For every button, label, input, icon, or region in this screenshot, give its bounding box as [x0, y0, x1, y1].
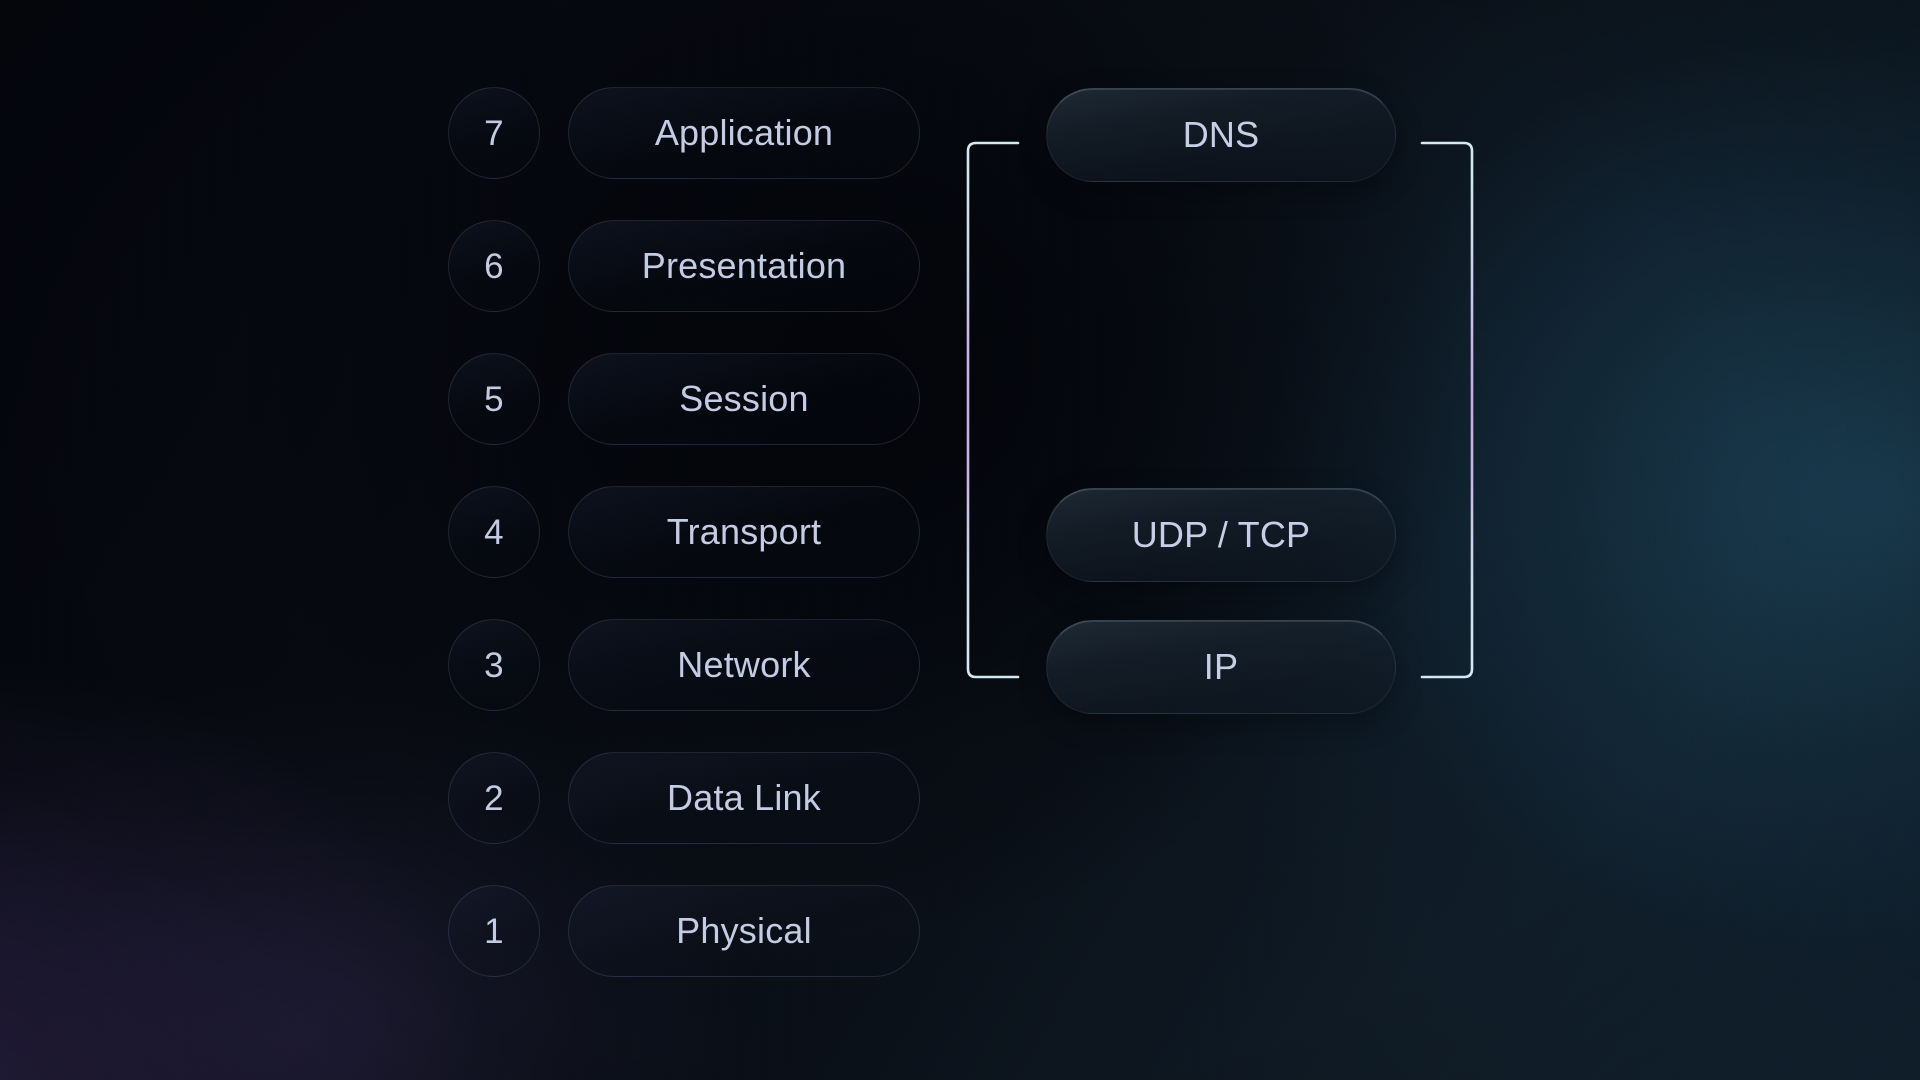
protocol-pill-ip[interactable]: IP [1046, 620, 1396, 714]
osi-layer-number-badge-7: 7 [448, 87, 540, 179]
osi-layer-pill-1[interactable]: Physical [568, 885, 920, 977]
protocol-group-bracket-left [966, 141, 1020, 679]
background-purple-glow [0, 0, 1920, 1080]
osi-layer-number-5: 5 [484, 379, 504, 419]
osi-layer-label-6: Presentation [641, 245, 847, 286]
osi-protocol-diagram: 7 Application 6 Presentation 5 Session 4… [0, 0, 1920, 1080]
osi-layer-label-7: Application [654, 112, 834, 153]
background-noise-texture [0, 0, 1920, 1080]
protocol-group-bracket-right [1420, 141, 1474, 679]
osi-layer-pill-5[interactable]: Session [568, 353, 920, 445]
osi-layer-pill-3[interactable]: Network [568, 619, 920, 711]
background-base-gradient [0, 0, 1920, 1080]
osi-layer-label-2: Data Link [667, 777, 821, 818]
osi-layer-number-badge-5: 5 [448, 353, 540, 445]
osi-layer-pill-4[interactable]: Transport [568, 486, 920, 578]
osi-layer-number-7: 7 [484, 113, 504, 153]
protocol-label-udp-tcp: UDP / TCP [1131, 514, 1311, 555]
protocol-label-dns: DNS [1182, 114, 1260, 155]
osi-layer-label-4: Transport [666, 511, 822, 552]
osi-layer-label-5: Session [679, 378, 809, 419]
protocol-pill-udp-tcp[interactable]: UDP / TCP [1046, 488, 1396, 582]
osi-layer-number-3: 3 [484, 645, 504, 685]
osi-layer-pill-2[interactable]: Data Link [568, 752, 920, 844]
protocol-group-brackets [966, 141, 1474, 679]
background-purple-glow-soft [0, 0, 1920, 1080]
osi-layer-number-4: 4 [484, 512, 504, 552]
osi-layer-label-3: Network [677, 644, 811, 685]
osi-layer-number-1: 1 [484, 911, 504, 951]
background-vignette [0, 0, 1920, 1080]
osi-layer-number-badge-3: 3 [448, 619, 540, 711]
background-teal-glow [0, 0, 1920, 1080]
osi-layer-pill-6[interactable]: Presentation [568, 220, 920, 312]
osi-layer-number-badge-1: 1 [448, 885, 540, 977]
osi-layer-number-badge-6: 6 [448, 220, 540, 312]
osi-layer-number-6: 6 [484, 246, 504, 286]
osi-layer-number-badge-4: 4 [448, 486, 540, 578]
protocol-label-ip: IP [1203, 646, 1239, 687]
osi-layer-number-2: 2 [484, 778, 504, 818]
osi-layer-label-1: Physical [676, 910, 812, 951]
osi-layer-pill-7[interactable]: Application [568, 87, 920, 179]
protocol-pill-dns[interactable]: DNS [1046, 88, 1396, 182]
osi-layer-number-badge-2: 2 [448, 752, 540, 844]
background-dark-core [0, 0, 1920, 1080]
